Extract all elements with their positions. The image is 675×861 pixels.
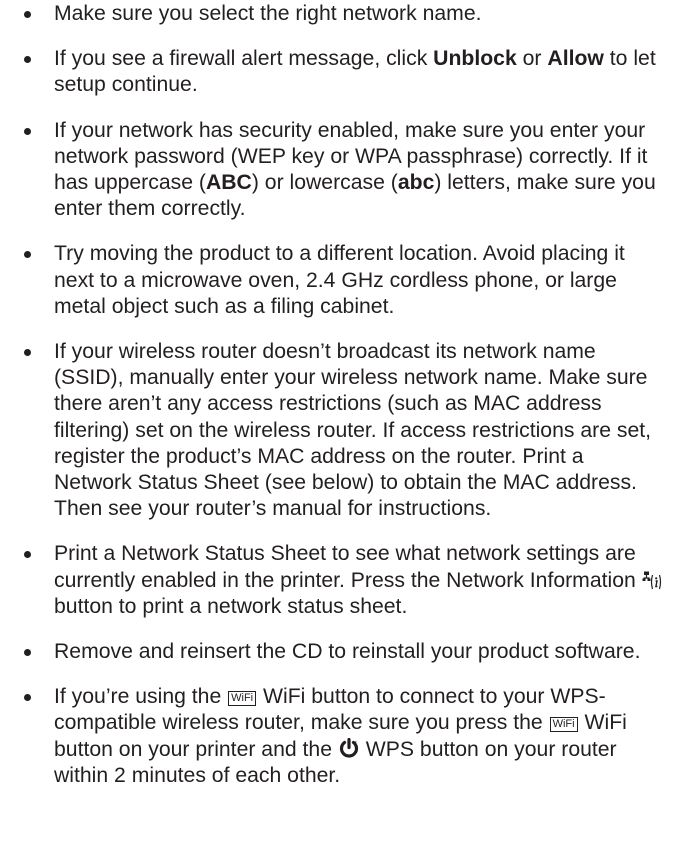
list-item: Remove and reinsert the CD to reinstall … [10,639,665,665]
uppercase-example: ABC [205,171,252,195]
wifi-button-icon: WiFi [228,691,257,707]
list-item: If your wireless router doesn’t broadcas… [10,339,665,522]
bullet-text: Print a Network Status Sheet to see what… [54,542,642,592]
unblock-term: Unblock [433,47,517,71]
list-item: Try moving the product to a different lo… [10,241,665,320]
allow-term: Allow [547,47,604,71]
bullet-text: Remove and reinsert the CD to reinstall … [54,640,641,664]
troubleshooting-list: Make sure you select the right network n… [10,1,665,789]
list-item: If you’re using the WiFi WiFi button to … [10,684,665,789]
wps-icon [339,737,358,758]
bullet-text: If you see a firewall alert message, cli… [54,47,434,71]
page: Make sure you select the right network n… [0,0,675,861]
network-information-icon [642,571,661,589]
bullet-text: or [516,47,548,71]
wifi-button-icon: WiFi [549,717,578,733]
bullet-text: ) or lowercase ( [251,171,398,195]
list-item: Make sure you select the right network n… [10,1,665,27]
bullet-text: If your wireless router doesn’t broadcas… [54,340,652,521]
lowercase-example: abc [397,171,435,195]
bullet-text: Try moving the product to a different lo… [54,242,625,318]
list-item: If your network has security enabled, ma… [10,118,665,223]
list-item: Print a Network Status Sheet to see what… [10,541,665,620]
bullet-text: button to print a network status sheet. [54,594,408,618]
bullet-text: If you’re using the [54,685,228,709]
bullet-text: Make sure you select the right network n… [54,2,482,25]
list-item: If you see a firewall alert message, cli… [10,46,665,98]
